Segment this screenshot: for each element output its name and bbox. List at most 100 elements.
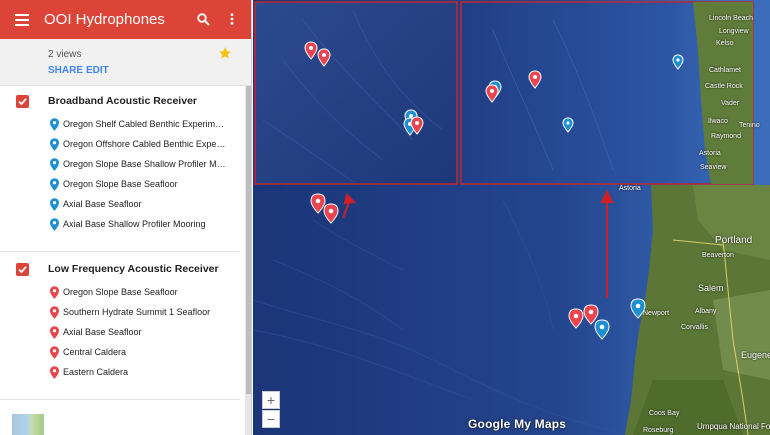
layer-list-item[interactable]: Eastern Caldera (0, 363, 245, 383)
layer-title: Broadband Acoustic Receiver (48, 95, 197, 107)
check-icon (18, 266, 27, 274)
layer-item-label: Central Caldera (63, 347, 127, 357)
map-pin[interactable] (672, 54, 684, 70)
map-pin[interactable] (310, 193, 326, 214)
app-window: Portland Salem Eugene Beaverton Albany C… (0, 0, 770, 435)
map-label-town: Newport (643, 310, 670, 317)
map-pin-icon (50, 326, 59, 339)
menu-button[interactable] (0, 0, 44, 39)
zoom-out-button[interactable]: − (262, 410, 280, 428)
layer-item-label: Oregon Offshore Cabled Benthic Experi... (63, 139, 228, 149)
map-label-town: Raymond (711, 133, 741, 140)
layer-list-item[interactable]: Oregon Offshore Cabled Benthic Experi... (0, 135, 245, 155)
layer-list-item[interactable]: Oregon Slope Base Seafloor (0, 283, 245, 303)
layer-list-item[interactable]: Oregon Slope Base Seafloor (0, 175, 245, 195)
app-header: OOI Hydrophones (0, 0, 251, 39)
map-label-town: Corvallis (681, 324, 708, 331)
edit-button[interactable]: EDIT (86, 65, 109, 76)
map-pin[interactable] (568, 308, 584, 329)
star-icon[interactable] (218, 46, 232, 60)
map-title: OOI Hydrophones (44, 11, 165, 28)
map-label-town: Cathlamet (709, 67, 741, 74)
layer-broadband: Broadband Acoustic Receiver Oregon Shelf… (0, 89, 245, 235)
map-meta: 2 views SHARE EDIT (0, 39, 251, 86)
base-map-thumbnail[interactable] (12, 414, 44, 435)
map-pin-icon (50, 198, 59, 211)
map-pin-icon (50, 286, 59, 299)
map-label-town: Lincoln Beach (709, 15, 753, 22)
layer-list-item[interactable]: Axial Base Seafloor (0, 323, 245, 343)
layer-item-label: Oregon Slope Base Shallow Profiler Moo..… (63, 159, 228, 169)
layer-low-frequency: Low Frequency Acoustic Receiver Oregon S… (0, 257, 245, 383)
map-label-city: Eugene (741, 350, 770, 360)
map-pin-icon (50, 346, 59, 359)
layer-item-label: Eastern Caldera (63, 367, 129, 377)
map-pin-icon (50, 138, 59, 151)
map-pin-icon (50, 366, 59, 379)
map-pin[interactable] (528, 70, 542, 89)
more-options-button[interactable] (224, 8, 240, 30)
more-vert-icon (230, 13, 234, 25)
share-button[interactable]: SHARE (48, 65, 83, 76)
map-label-town: Astoria (699, 150, 721, 157)
layer-item-label: Oregon Slope Base Seafloor (63, 287, 178, 297)
map-pin-icon (50, 118, 59, 131)
map-label-town: Coos Bay (649, 410, 680, 417)
map-pin[interactable] (323, 203, 339, 224)
scrollbar-thumb[interactable] (246, 86, 251, 394)
map-label-town: Longview (719, 28, 749, 35)
map-pin[interactable] (304, 41, 318, 60)
map-label-town: Umpqua National Forest (697, 422, 770, 431)
map-label-town: Vader (721, 100, 740, 107)
map-pin[interactable] (594, 319, 610, 340)
map-label-city: Salem (698, 283, 724, 293)
layer-header: Low Frequency Acoustic Receiver (0, 257, 245, 283)
layer-header: Broadband Acoustic Receiver (0, 89, 245, 115)
layer-list-item[interactable]: Central Caldera (0, 343, 245, 363)
map-label-town: Roseburg (643, 427, 674, 434)
map-label-town: Tenino (739, 122, 760, 129)
map-label-town: Kelso (716, 40, 734, 47)
zoom-in-button[interactable]: + (262, 391, 280, 409)
map-pin-icon (50, 218, 59, 231)
divider (0, 399, 240, 400)
layer-checkbox[interactable] (16, 263, 29, 276)
layer-item-label: Axial Base Seafloor (63, 327, 142, 337)
map-label-town: Ilwaco (708, 118, 728, 125)
map-pin[interactable] (562, 117, 574, 133)
sidebar: OOI Hydrophones 2 views SHARE EDIT Broad… (0, 0, 252, 435)
map-pin[interactable] (485, 84, 499, 103)
layer-list-item[interactable]: Southern Hydrate Summit 1 Seafloor (0, 303, 245, 323)
map-label-city: Portland (715, 235, 753, 246)
layer-list-item[interactable]: Axial Base Seafloor (0, 195, 245, 215)
layer-checkbox[interactable] (16, 95, 29, 108)
map-pin-icon (50, 158, 59, 171)
map-label-town: Albany (695, 308, 717, 315)
map-pin-icon (50, 178, 59, 191)
map-pin-icon (50, 306, 59, 319)
map-canvas[interactable]: Portland Salem Eugene Beaverton Albany C… (253, 0, 770, 435)
map-pins-layer (304, 41, 684, 340)
layer-list-item[interactable]: Oregon Shelf Cabled Benthic Experiment..… (0, 115, 245, 135)
layer-list-item[interactable]: Axial Base Shallow Profiler Mooring (0, 215, 245, 235)
google-my-maps-logo: Google My Maps (468, 417, 567, 431)
layer-item-label: Southern Hydrate Summit 1 Seafloor (63, 307, 211, 317)
map-pin[interactable] (317, 48, 331, 67)
search-button[interactable] (192, 8, 214, 30)
views-count: 2 views (48, 49, 82, 60)
map-label-town: Beaverton (702, 252, 734, 259)
layer-title: Low Frequency Acoustic Receiver (48, 263, 219, 275)
search-icon (196, 12, 210, 26)
divider (0, 251, 240, 252)
map-label-town: Seaview (700, 164, 727, 171)
layer-item-label: Axial Base Shallow Profiler Mooring (63, 219, 206, 229)
layer-item-label: Oregon Slope Base Seafloor (63, 179, 178, 189)
map-label-town: Astoria (619, 185, 641, 192)
layer-list-item[interactable]: Oregon Slope Base Shallow Profiler Moo..… (0, 155, 245, 175)
check-icon (18, 98, 27, 106)
menu-icon (15, 13, 29, 26)
map-pin[interactable] (583, 304, 599, 325)
layer-item-label: Axial Base Seafloor (63, 199, 142, 209)
layer-item-label: Oregon Shelf Cabled Benthic Experiment..… (63, 119, 228, 129)
map-label-town: Castle Rock (705, 83, 743, 90)
